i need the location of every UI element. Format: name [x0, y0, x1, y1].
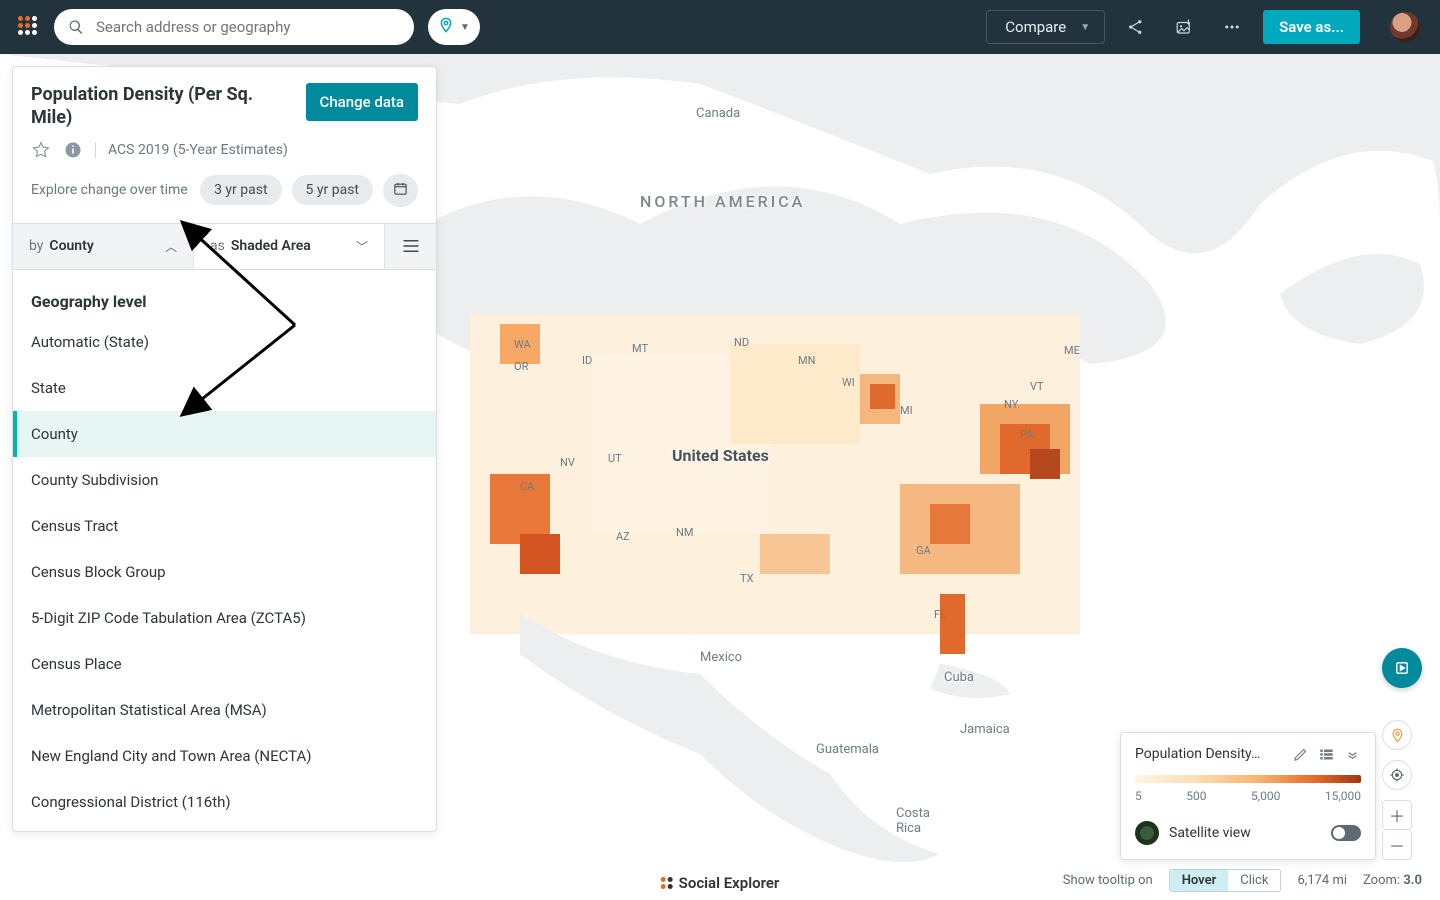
- state-label: UT: [608, 452, 622, 465]
- chip-5yr[interactable]: 5 yr past: [292, 175, 373, 205]
- state-label: AZ: [616, 530, 630, 543]
- geo-bar: by County ︿ as Shaded Area ﹀: [13, 223, 436, 269]
- geo-level-option[interactable]: Census Block Group: [13, 549, 436, 595]
- share-icon[interactable]: [1119, 10, 1153, 44]
- state-label: ID: [582, 354, 592, 367]
- satellite-toggle[interactable]: [1331, 825, 1361, 841]
- app-header: ▼ Compare ▼ Save as...: [0, 0, 1440, 54]
- brand-watermark: Social Explorer: [661, 874, 780, 892]
- chevron-down-icon: ▼: [460, 22, 470, 33]
- state-label: WA: [514, 338, 531, 351]
- compare-button[interactable]: Compare ▼: [986, 10, 1105, 44]
- tour-fab-button[interactable]: [1382, 648, 1422, 688]
- state-label: WI: [842, 376, 855, 389]
- data-panel: Population Density (Per Sq. Mile) Change…: [12, 66, 437, 832]
- geo-level-option[interactable]: New England City and Town Area (NECTA): [13, 733, 436, 779]
- download-image-icon[interactable]: [1167, 10, 1201, 44]
- state-label: VT: [1030, 380, 1044, 393]
- geo-level-option[interactable]: Automatic (State): [13, 319, 436, 365]
- tooltip-mode-label: Show tooltip on: [1063, 873, 1153, 888]
- map-label-us: United States: [672, 446, 769, 465]
- geo-level-option[interactable]: Metropolitan Statistical Area (MSA): [13, 687, 436, 733]
- app-logo-icon[interactable]: [18, 16, 40, 38]
- chip-3yr[interactable]: 3 yr past: [200, 175, 281, 205]
- status-bar: Show tooltip on Hover Click 6,174 mi Zoo…: [1063, 869, 1422, 892]
- compare-label: Compare: [1005, 18, 1066, 36]
- dropdown-title: Geography level: [13, 270, 436, 319]
- save-as-button[interactable]: Save as...: [1263, 10, 1360, 44]
- tooltip-hover-button[interactable]: Hover: [1170, 870, 1229, 891]
- geo-level-option[interactable]: County Subdivision: [13, 457, 436, 503]
- state-label: ME: [1064, 344, 1080, 357]
- scale-readout: 6,174 mi: [1297, 873, 1347, 888]
- location-pin-button[interactable]: ▼: [428, 9, 480, 45]
- star-icon[interactable]: [31, 140, 51, 160]
- display-as-selector[interactable]: as Shaded Area ﹀: [193, 224, 384, 269]
- legend-title: Population Density…: [1135, 746, 1283, 762]
- state-label: MT: [632, 342, 648, 355]
- user-avatar[interactable]: [1390, 12, 1420, 42]
- data-source: ACS 2019 (5-Year Estimates): [108, 142, 288, 158]
- chevron-down-icon: ▼: [1080, 22, 1090, 33]
- locate-me-button[interactable]: [1382, 760, 1412, 790]
- state-label: PA: [1020, 428, 1033, 441]
- brand-text: Social Explorer: [679, 874, 780, 892]
- state-label: MI: [900, 404, 913, 417]
- map-label-canada: Canada: [696, 106, 740, 121]
- geo-level-option[interactable]: County: [13, 411, 436, 457]
- map-label-jamaica: Jamaica: [960, 722, 1010, 737]
- state-label: GA: [916, 544, 931, 557]
- geo-level-dropdown: Geography level Automatic (State)StateCo…: [13, 269, 436, 831]
- search-field[interactable]: [54, 9, 414, 45]
- state-label: NM: [676, 526, 693, 539]
- state-label: NY: [1004, 398, 1018, 411]
- locate-pin-button[interactable]: [1382, 720, 1412, 750]
- info-icon[interactable]: [63, 140, 83, 160]
- geo-level-option[interactable]: Congressional District (116th): [13, 779, 436, 825]
- explore-time-label: Explore change over time: [31, 182, 190, 198]
- state-label: ND: [734, 336, 749, 349]
- state-label: MN: [798, 354, 815, 367]
- satellite-label: Satellite view: [1169, 825, 1251, 841]
- state-label: CA: [520, 480, 534, 493]
- legend-card: Population Density… 5 500 5,000 15,000 S…: [1120, 732, 1376, 860]
- map-label-mexico: Mexico: [700, 650, 742, 665]
- satellite-thumb-icon: [1135, 821, 1159, 845]
- geo-level-option[interactable]: State: [13, 365, 436, 411]
- legend-color-ramp: [1135, 775, 1361, 783]
- zoom-in-button[interactable]: ＋: [1382, 800, 1412, 830]
- edit-icon[interactable]: [1291, 745, 1309, 763]
- search-icon: [68, 19, 84, 35]
- map-label-cuba: Cuba: [944, 670, 974, 685]
- more-icon[interactable]: [1215, 10, 1249, 44]
- geo-level-option[interactable]: Census Tract: [13, 503, 436, 549]
- chevron-up-icon: ︿: [165, 238, 177, 255]
- state-label: NV: [560, 456, 575, 469]
- search-input[interactable]: [94, 17, 400, 37]
- variable-title: Population Density (Per Sq. Mile): [31, 83, 292, 130]
- zoom-out-button[interactable]: －: [1382, 830, 1412, 860]
- geo-by-selector[interactable]: by County ︿: [13, 224, 193, 269]
- map-label-costa-rica: Costa Rica: [896, 806, 930, 836]
- legend-ticks: 5 500 5,000 15,000: [1135, 789, 1361, 803]
- tooltip-click-button[interactable]: Click: [1228, 870, 1280, 891]
- zoom-readout: Zoom: 3.0: [1363, 873, 1422, 888]
- state-label: TX: [740, 572, 753, 585]
- map-controls: ＋ －: [1382, 648, 1422, 860]
- change-data-button[interactable]: Change data: [306, 83, 418, 121]
- map-label-north-america: NORTH AMERICA: [640, 192, 805, 211]
- state-label: OR: [514, 360, 528, 373]
- geo-level-option[interactable]: Census Place: [13, 641, 436, 687]
- chevron-down-icon: ﹀: [356, 238, 368, 255]
- collapse-icon[interactable]: [1343, 745, 1361, 763]
- map-pin-icon: [438, 16, 454, 38]
- state-label: FL: [934, 608, 946, 621]
- calendar-icon[interactable]: [383, 174, 418, 207]
- geo-level-option[interactable]: 5-Digit ZIP Code Tabulation Area (ZCTA5): [13, 595, 436, 641]
- legend-list-icon[interactable]: [1317, 745, 1335, 763]
- tooltip-mode-toggle: Hover Click: [1169, 869, 1282, 892]
- panel-menu-icon[interactable]: [384, 224, 436, 269]
- map-label-guatemala: Guatemala: [816, 742, 879, 757]
